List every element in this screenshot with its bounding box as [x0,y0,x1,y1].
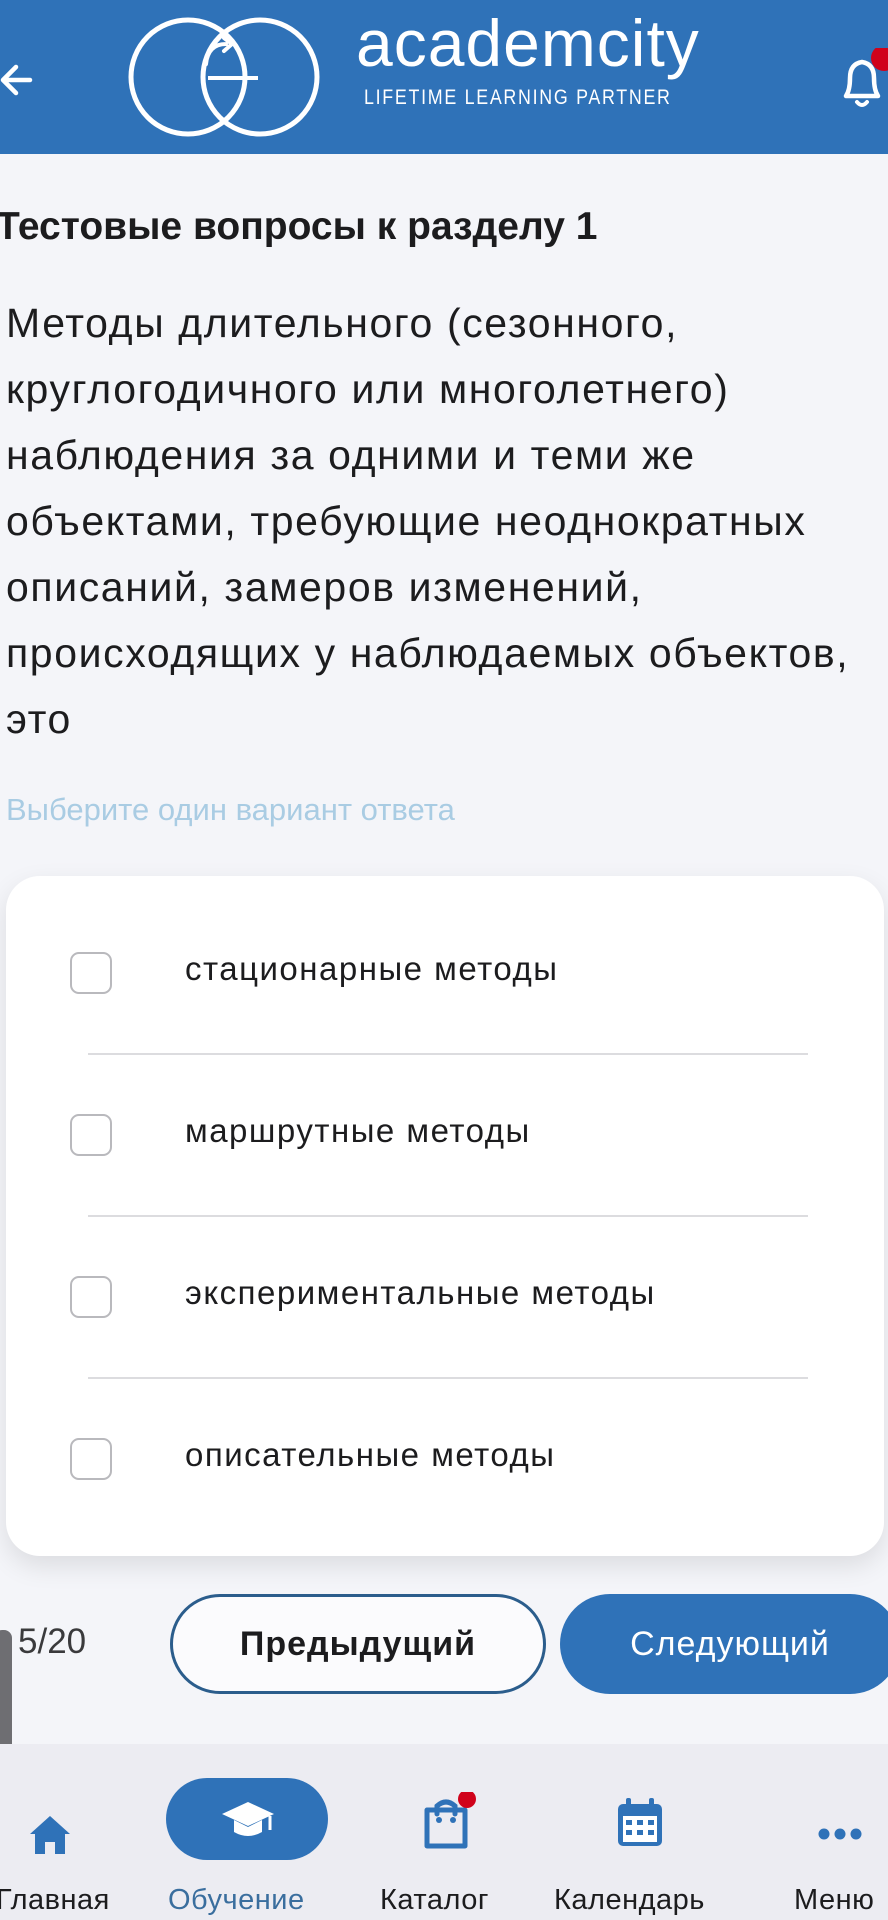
shopping-bag-icon [424,1792,476,1849]
question-text: Методы длительного (сезонного, круглогод… [6,300,850,742]
option-label: описательные методы [185,1436,556,1473]
bottom-tab-bar: Главная Обучение Каталог Календарь Меню [0,1744,888,1920]
previous-button[interactable]: Предыдущий [170,1594,546,1694]
next-button[interactable]: Следующий [560,1594,888,1694]
tab-catalog[interactable]: Каталог [376,1744,516,1920]
option-label: стационарные методы [185,950,559,987]
divider [88,1215,808,1217]
calendar-icon [618,1798,662,1846]
graduation-cap-icon [222,1802,274,1836]
option-checkbox[interactable] [70,1114,112,1156]
brand-tagline: LIFETIME LEARNING PARTNER [364,86,672,109]
tab-label: Меню [794,1884,875,1916]
option-label: маршрутные методы [185,1112,531,1149]
tab-calendar[interactable]: Календарь [550,1744,730,1920]
option-checkbox[interactable] [70,1276,112,1318]
tab-label: Обучение [168,1884,305,1916]
bell-icon [843,45,888,107]
home-icon [30,1816,70,1854]
app-header: academcity LIFETIME LEARNING PARTNER [0,0,888,154]
tab-label: Календарь [554,1884,705,1916]
arrow-left-icon [0,64,33,96]
option-checkbox[interactable] [70,1438,112,1480]
answer-options-card: стационарные методы маршрутные методы эк… [6,876,884,1556]
answer-option[interactable]: описательные методы [6,1400,884,1520]
brand-name: academcity [356,6,700,80]
tab-home[interactable]: Главная [0,1744,130,1920]
back-button[interactable] [0,56,40,104]
tab-label: Каталог [380,1884,489,1916]
more-dots-icon [818,1828,862,1840]
notifications-button[interactable] [838,45,888,114]
option-label: экспериментальные методы [185,1274,656,1311]
divider [88,1377,808,1379]
answer-option[interactable]: экспериментальные методы [6,1238,884,1358]
tab-label: Главная [0,1884,110,1916]
catalog-badge [458,1792,476,1808]
answer-option[interactable]: стационарные методы [6,914,884,1034]
answer-hint: Выберите один вариант ответа [6,792,455,827]
option-checkbox[interactable] [70,952,112,994]
tab-menu[interactable]: Меню [790,1744,888,1920]
divider [88,1053,808,1055]
question-counter: 5/20 [18,1622,87,1661]
brand: academcity LIFETIME LEARNING PARTNER [356,10,726,110]
tab-learning[interactable]: Обучение [150,1744,350,1920]
section-title: Тестовые вопросы к разделу 1 [0,205,598,248]
answer-option[interactable]: маршрутные методы [6,1076,884,1196]
academcity-logo-icon [128,17,320,137]
